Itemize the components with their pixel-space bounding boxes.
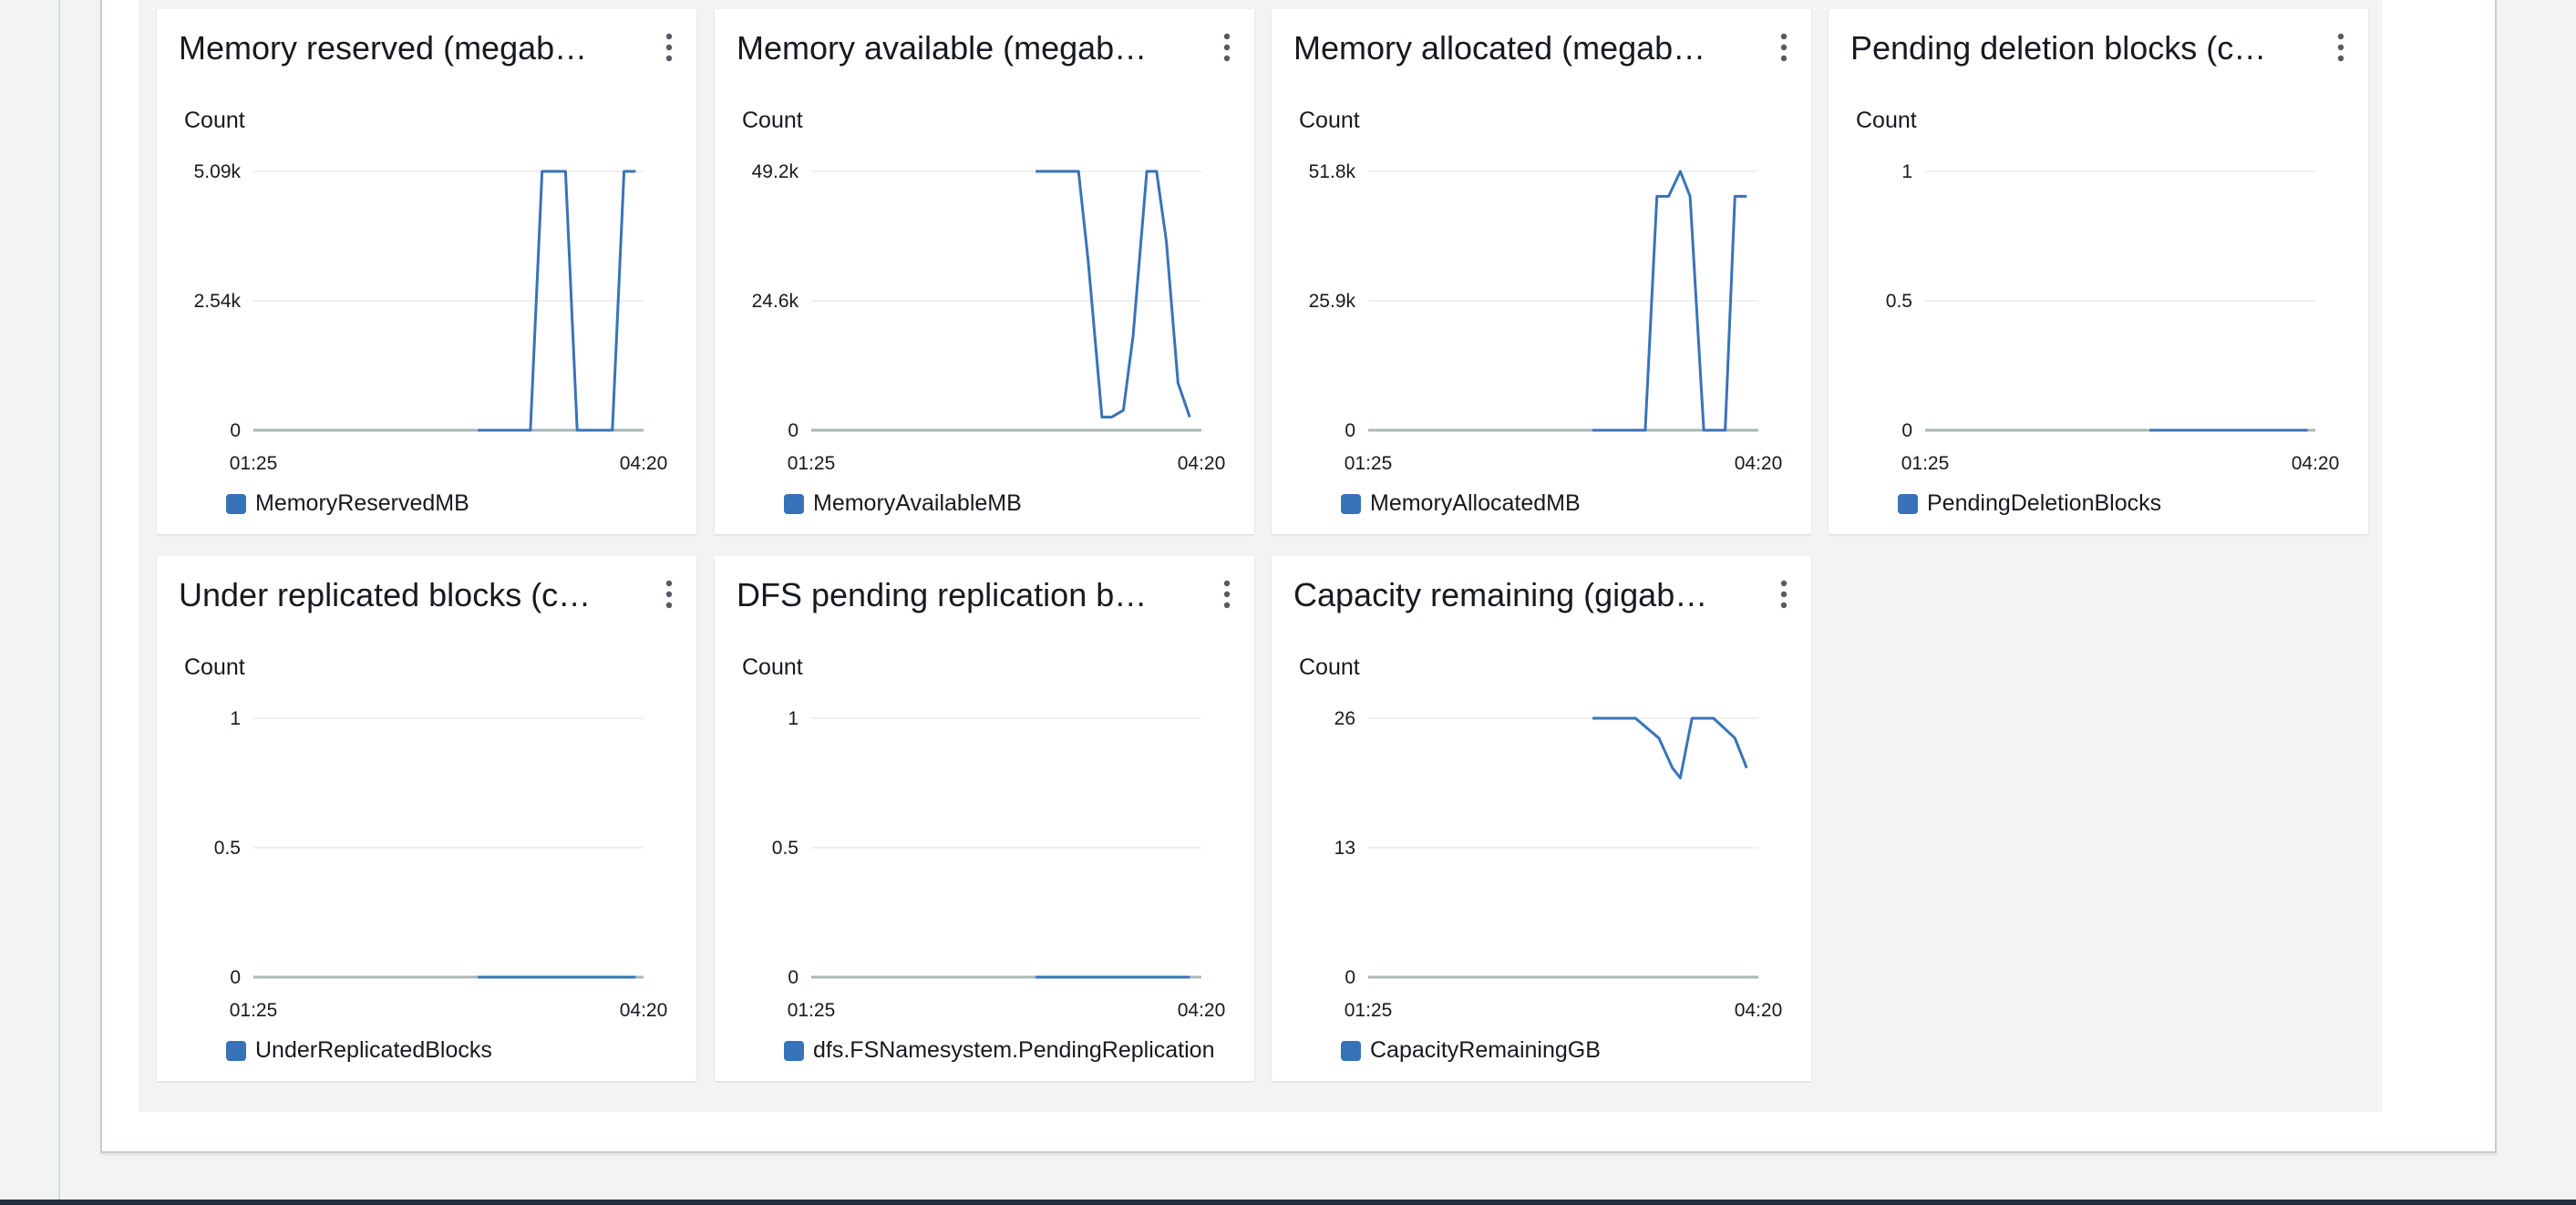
x-tick-label: 04:20 [620,1000,668,1021]
y-axis-label: Count [184,654,245,680]
x-tick-label: 01:25 [788,1000,836,1021]
legend-label: MemoryReservedMB [255,490,469,516]
page-left-border [58,0,60,1205]
more-vertical-icon[interactable] [1216,29,1238,66]
widget-title: Memory available (megab… [737,29,1148,67]
y-tick-label: 0 [788,967,799,988]
y-tick-label: 51.8k [1309,161,1356,182]
more-vertical-icon[interactable] [1773,576,1795,613]
y-axis-label: Count [1299,654,1360,680]
y-tick-label: 26 [1334,708,1355,729]
more-vertical-icon[interactable] [658,576,680,613]
legend-swatch [1341,1040,1361,1061]
x-tick-label: 01:25 [1345,453,1393,474]
legend-label: CapacityRemainingGB [1370,1037,1601,1063]
metric-widget: DFS pending replication b… Count 1 0.5 0 01:2… [715,556,1254,1081]
legend-label: PendingDeletionBlocks [1927,490,2162,516]
line-chart: 5.09k 2.54k 0 01:25 04:20 [194,161,668,474]
x-tick-label: 04:20 [1735,1000,1783,1021]
metric-widget: Memory available (megab… Count 49.2k 24.6k 0… [715,9,1254,534]
metric-widget: Pending deletion blocks (c… Count 1 0.5 0 01:… [1829,9,2368,534]
y-tick-label: 0 [230,420,241,441]
y-tick-label: 25.9k [1309,291,1356,312]
y-tick-label: 1 [788,708,799,729]
widget-title: Memory allocated (megab… [1293,29,1706,67]
widget-title: Pending deletion blocks (c… [1850,29,2267,67]
metric-widget: Under replicated blocks (c… Count 1 0.5 0 01:… [157,556,696,1081]
more-vertical-icon[interactable] [1216,576,1238,613]
legend-swatch [226,493,246,514]
bottom-bar [0,1200,2576,1205]
y-tick-label: 1 [230,708,241,729]
y-tick-label: 1 [1901,161,1912,182]
more-vertical-icon[interactable] [658,29,680,66]
x-tick-label: 04:20 [2292,453,2340,474]
legend-swatch [1341,493,1361,514]
series-line[interactable] [1036,170,1191,419]
widget-title: Capacity remaining (gigab… [1293,576,1708,613]
y-tick-label: 49.2k [752,161,799,182]
line-chart: 1 0.5 0 01:25 04:20 [1886,161,2340,474]
y-axis-label: Count [184,108,245,133]
metric-widget: Capacity remaining (gigab… Count 26 13 0 01:2… [1272,556,1811,1081]
x-tick-label: 01:25 [230,1000,278,1021]
y-tick-label: 5.09k [194,161,242,182]
y-tick-label: 24.6k [752,291,799,312]
x-tick-label: 01:25 [230,453,278,474]
y-tick-label: 0.5 [1886,291,1912,312]
legend-item[interactable]: MemoryAllocatedMB [1341,490,1581,517]
y-tick-label: 0 [1901,420,1912,441]
line-chart: 1 0.5 0 01:25 04:20 [772,708,1226,1021]
y-tick-label: 0.5 [772,838,799,859]
legend-item[interactable]: UnderReplicatedBlocks [226,1037,492,1064]
x-tick-label: 04:20 [620,453,668,474]
y-tick-label: 0 [788,420,799,441]
y-tick-label: 0 [1345,420,1355,441]
line-chart: 49.2k 24.6k 0 01:25 04:20 [752,161,1226,474]
legend-item[interactable]: dfs.FSNamesystem.PendingReplication [784,1037,1214,1064]
widget-title: Memory reserved (megab… [179,29,588,67]
widget-title: DFS pending replication b… [737,576,1148,613]
metric-widget: Memory allocated (megab… Count 51.8k 25.9k 0… [1272,9,1811,534]
x-tick-label: 04:20 [1735,453,1783,474]
legend-item[interactable]: MemoryReservedMB [226,490,469,517]
y-tick-label: 0 [1345,967,1355,988]
legend-swatch [784,1040,804,1061]
line-chart: 51.8k 25.9k 0 01:25 04:20 [1309,161,1783,474]
y-axis-label: Count [1299,108,1360,133]
series-line[interactable] [1592,716,1748,779]
legend-item[interactable]: PendingDeletionBlocks [1898,490,2161,517]
legend-swatch [784,493,804,514]
y-axis-label: Count [1856,108,1917,133]
y-tick-label: 0.5 [214,838,241,859]
x-tick-label: 04:20 [1178,453,1226,474]
legend-label: dfs.FSNamesystem.PendingReplication [813,1037,1215,1063]
legend-label: MemoryAllocatedMB [1370,490,1581,516]
legend-swatch [1898,493,1918,514]
y-tick-label: 2.54k [194,291,242,312]
line-chart: 1 0.5 0 01:25 04:20 [214,708,668,1021]
metric-widget: Memory reserved (megab… Count 5.09k 2.54k 0 0… [157,9,696,534]
x-tick-label: 04:20 [1178,1000,1226,1021]
y-tick-label: 0 [230,967,241,988]
line-chart: 26 13 0 01:25 04:20 [1334,708,1783,1021]
legend-item[interactable]: MemoryAvailableMB [784,490,1022,517]
legend-label: MemoryAvailableMB [813,490,1022,516]
y-axis-label: Count [742,108,803,133]
x-tick-label: 01:25 [1901,453,1950,474]
x-tick-label: 01:25 [1345,1000,1393,1021]
more-vertical-icon[interactable] [2330,29,2352,66]
x-tick-label: 01:25 [788,453,836,474]
widget-title: Under replicated blocks (c… [179,576,592,613]
legend-label: UnderReplicatedBlocks [255,1037,492,1063]
y-axis-label: Count [742,654,803,680]
legend-swatch [226,1040,246,1061]
legend-item[interactable]: CapacityRemainingGB [1341,1037,1601,1064]
y-tick-label: 13 [1334,838,1355,859]
more-vertical-icon[interactable] [1773,29,1795,66]
